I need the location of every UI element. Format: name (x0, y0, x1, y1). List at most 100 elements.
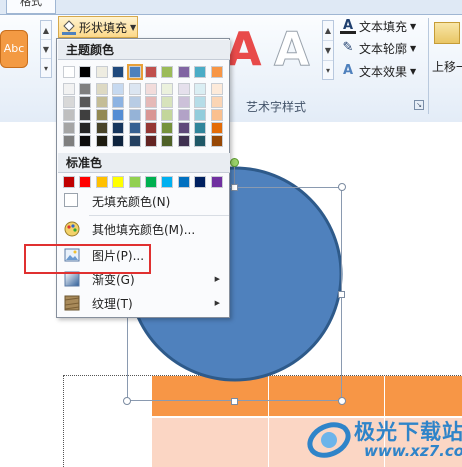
color-swatch[interactable] (128, 96, 141, 108)
color-swatch[interactable] (145, 83, 157, 95)
color-swatch[interactable] (95, 122, 108, 134)
color-swatch[interactable] (145, 135, 157, 147)
color-swatch[interactable] (177, 109, 190, 121)
color-swatch[interactable] (194, 96, 207, 108)
text-outline-button[interactable]: ✎ 文本轮廓 ▼ (340, 38, 417, 58)
color-swatch[interactable] (177, 66, 190, 78)
color-swatch[interactable] (145, 66, 157, 78)
color-swatch[interactable] (128, 109, 141, 121)
color-swatch[interactable] (177, 122, 190, 134)
color-swatch[interactable] (128, 122, 141, 134)
texture-fill-item[interactable]: 纹理(T) ▶ (58, 291, 230, 315)
color-swatch[interactable] (112, 176, 125, 188)
color-swatch[interactable] (95, 109, 108, 121)
color-swatch[interactable] (177, 176, 190, 188)
scroll-up-icon[interactable]: ▲ (323, 21, 333, 41)
text-outline-icon: ✎ (342, 40, 354, 55)
color-swatch[interactable] (112, 109, 125, 121)
wordart-style-red[interactable]: A (226, 22, 262, 76)
scroll-down-icon[interactable]: ▼ (41, 40, 51, 59)
color-swatch[interactable] (145, 109, 157, 121)
color-swatch[interactable] (112, 135, 125, 147)
color-swatch[interactable] (95, 135, 108, 147)
color-swatch[interactable] (112, 122, 125, 134)
color-swatch[interactable] (161, 96, 174, 108)
resize-handle-bottom[interactable] (231, 398, 238, 405)
color-swatch[interactable] (63, 122, 75, 134)
color-swatch[interactable] (161, 109, 174, 121)
tab-format[interactable]: 格式 (6, 0, 56, 14)
color-swatch[interactable] (194, 122, 207, 134)
color-swatch[interactable] (210, 135, 223, 147)
text-effects-button[interactable]: A 文本效果 ▼ (340, 61, 416, 81)
color-swatch[interactable] (126, 64, 143, 80)
bring-forward-button[interactable]: 上移一 (432, 22, 462, 92)
color-swatch[interactable] (112, 83, 125, 95)
color-swatch[interactable] (79, 66, 92, 78)
color-swatch[interactable] (63, 96, 75, 108)
color-swatch[interactable] (210, 109, 223, 121)
color-swatch[interactable] (210, 96, 223, 108)
color-swatch[interactable] (210, 83, 223, 95)
color-swatch[interactable] (112, 96, 125, 108)
color-swatch[interactable] (194, 83, 207, 95)
color-swatch[interactable] (161, 135, 174, 147)
gallery-more-icon[interactable]: ▾ (323, 61, 333, 81)
color-swatch[interactable] (145, 176, 157, 188)
resize-handle-right[interactable] (338, 291, 345, 298)
scroll-down-icon[interactable]: ▼ (323, 41, 333, 61)
text-fill-button[interactable]: A 文本填充 ▼ (340, 16, 416, 36)
color-swatch[interactable] (128, 135, 141, 147)
shape-fill-button[interactable]: 形状填充 ▼ (58, 16, 138, 38)
color-swatch[interactable] (79, 122, 92, 134)
color-swatch[interactable] (145, 122, 157, 134)
wordart-styles-scroll[interactable]: ▲ ▼ ▾ (322, 20, 334, 80)
color-swatch[interactable] (128, 83, 141, 95)
more-fill-colors-item[interactable]: 其他填充颜色(M)... (58, 217, 230, 241)
color-swatch[interactable] (161, 83, 174, 95)
color-swatch[interactable] (95, 176, 108, 188)
scroll-up-icon[interactable]: ▲ (41, 21, 51, 40)
color-swatch[interactable] (112, 66, 125, 78)
color-swatch[interactable] (79, 109, 92, 121)
color-swatch[interactable] (210, 122, 223, 134)
color-swatch[interactable] (161, 122, 174, 134)
color-swatch[interactable] (194, 66, 207, 78)
color-swatch[interactable] (177, 96, 190, 108)
color-swatch[interactable] (177, 135, 190, 147)
color-swatch[interactable] (95, 83, 108, 95)
color-swatch[interactable] (161, 66, 174, 78)
no-fill-item[interactable]: 无填充颜色(N) (58, 189, 230, 213)
resize-handle-bottom-left[interactable] (123, 397, 131, 405)
color-swatch[interactable] (63, 66, 75, 78)
color-swatch[interactable] (63, 83, 75, 95)
color-swatch[interactable] (63, 135, 75, 147)
dialog-launcher-icon[interactable]: ↘ (414, 100, 424, 110)
color-swatch[interactable] (161, 176, 174, 188)
color-swatch[interactable] (210, 66, 223, 78)
color-swatch[interactable] (210, 176, 223, 188)
gallery-more-icon[interactable]: ▾ (41, 59, 51, 78)
menu-separator (89, 215, 229, 216)
shape-style-sample[interactable]: Abc (0, 30, 28, 68)
color-swatch[interactable] (177, 83, 190, 95)
color-swatch[interactable] (79, 96, 92, 108)
color-swatch[interactable] (194, 176, 207, 188)
resize-handle-top[interactable] (231, 184, 238, 191)
color-swatch[interactable] (194, 109, 207, 121)
wordart-style-outline[interactable]: A (274, 22, 311, 77)
color-swatch[interactable] (95, 96, 108, 108)
color-swatch[interactable] (63, 109, 75, 121)
resize-handle-bottom-right[interactable] (338, 397, 346, 405)
color-swatch[interactable] (194, 135, 207, 147)
color-swatch[interactable] (79, 83, 92, 95)
color-swatch[interactable] (79, 135, 92, 147)
color-swatch[interactable] (145, 96, 157, 108)
shape-styles-scroll[interactable]: ▲ ▼ ▾ (40, 20, 52, 78)
rotate-handle[interactable] (230, 158, 239, 167)
color-swatch[interactable] (79, 176, 92, 188)
color-swatch[interactable] (63, 176, 75, 188)
color-swatch[interactable] (95, 66, 108, 78)
resize-handle-top-right[interactable] (338, 183, 346, 191)
color-swatch[interactable] (128, 176, 141, 188)
